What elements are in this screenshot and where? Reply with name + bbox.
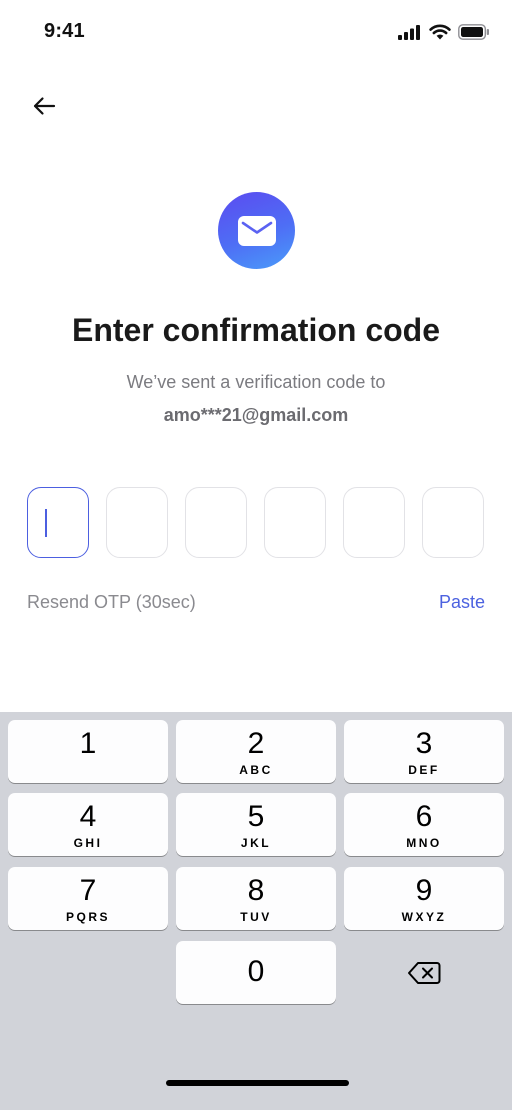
page-title: Enter confirmation code <box>71 312 441 348</box>
delete-key[interactable] <box>344 941 504 1004</box>
key-letters: JKL <box>240 836 272 850</box>
otp-digit-3[interactable] <box>185 487 247 558</box>
key-letters: DEF <box>408 763 440 777</box>
key-0[interactable]: 0 <box>176 941 336 1004</box>
key-letters: ABC <box>239 763 273 777</box>
otp-digit-1[interactable] <box>27 487 89 558</box>
key-digit: 3 <box>415 727 433 760</box>
key-digit: 7 <box>79 874 97 907</box>
key-digit: 1 <box>79 727 97 760</box>
key-6[interactable]: 6 MNO <box>344 793 504 856</box>
otp-input-row <box>27 487 485 558</box>
status-time: 9:41 <box>44 20 85 42</box>
key-digit: 9 <box>415 874 433 907</box>
mail-icon <box>237 215 276 246</box>
wifi-icon <box>429 24 451 40</box>
otp-digit-5[interactable] <box>343 487 405 558</box>
key-9[interactable]: 9 WXYZ <box>344 867 504 930</box>
paste-button[interactable]: Paste <box>439 592 485 613</box>
key-3[interactable]: 3 DEF <box>344 720 504 783</box>
otp-digit-6[interactable] <box>422 487 484 558</box>
key-4[interactable]: 4 GHI <box>8 793 168 856</box>
key-digit: 5 <box>247 800 265 833</box>
key-digit: 4 <box>79 800 97 833</box>
key-letters: GHI <box>73 836 103 850</box>
arrow-left-icon <box>33 97 56 115</box>
mail-badge <box>218 192 295 269</box>
home-indicator <box>166 1080 349 1086</box>
key-digit: 6 <box>415 800 433 833</box>
text-cursor <box>45 509 47 537</box>
key-2[interactable]: 2 ABC <box>176 720 336 783</box>
otp-digit-4[interactable] <box>264 487 326 558</box>
resend-otp-timer: Resend OTP (30sec) <box>27 592 196 612</box>
status-icons <box>398 24 490 40</box>
status-bar: 9:41 <box>0 0 512 64</box>
key-8[interactable]: 8 TUV <box>176 867 336 930</box>
key-digit: 8 <box>247 874 265 907</box>
key-letters: TUV <box>240 910 272 924</box>
otp-digit-2[interactable] <box>106 487 168 558</box>
key-5[interactable]: 5 JKL <box>176 793 336 856</box>
key-1[interactable]: 1 <box>8 720 168 783</box>
masked-email: amo***21@gmail.com <box>163 405 349 425</box>
cellular-signal-icon <box>398 24 420 40</box>
key-digit: 0 <box>247 955 265 988</box>
numeric-keypad: 1 2 ABC 3 DEF 4 GHI 5 JKL 6 MNO 7 PQRS 8… <box>0 712 512 1110</box>
verification-subtitle: We’ve sent a verification code to <box>126 372 386 392</box>
back-button[interactable] <box>26 88 62 124</box>
key-letters: PQRS <box>65 910 110 924</box>
battery-icon <box>458 24 489 40</box>
backspace-icon <box>408 961 441 984</box>
key-letters: WXYZ <box>401 910 447 924</box>
key-letters: MNO <box>406 836 442 850</box>
key-7[interactable]: 7 PQRS <box>8 867 168 930</box>
key-digit: 2 <box>247 727 265 760</box>
